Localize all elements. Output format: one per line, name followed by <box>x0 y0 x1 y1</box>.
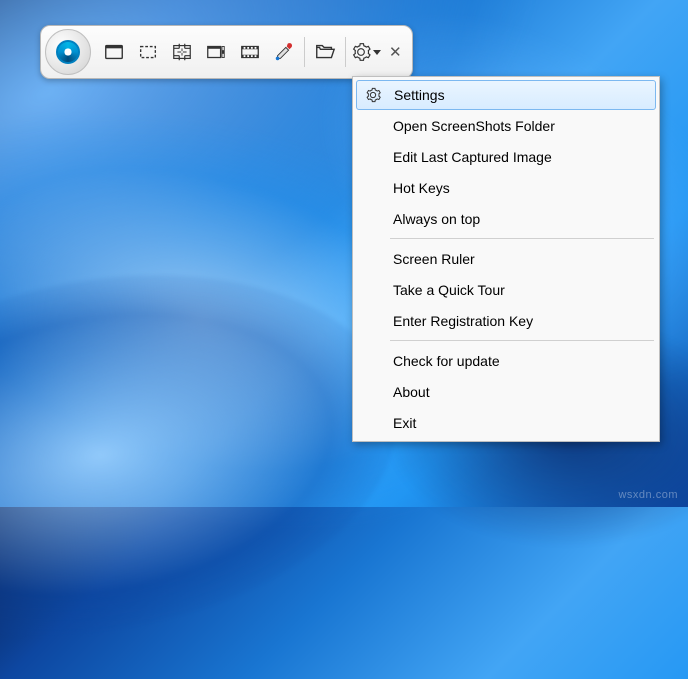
open-folder-button[interactable] <box>310 37 340 67</box>
menu-item-settings[interactable]: Settings <box>356 80 656 110</box>
menu-item-exit[interactable]: Exit <box>356 407 656 438</box>
active-window-capture-button[interactable] <box>167 37 197 67</box>
menu-separator <box>390 340 654 341</box>
video-capture-button[interactable] <box>235 37 265 67</box>
color-picker-button[interactable] <box>269 37 299 67</box>
menu-item-registration[interactable]: Enter Registration Key <box>356 305 656 336</box>
menu-item-label: About <box>388 384 430 400</box>
color-picker-icon <box>273 41 295 63</box>
menu-item-label: Screen Ruler <box>388 251 475 267</box>
scrolling-capture-icon <box>205 41 227 63</box>
menu-item-edit-last[interactable]: Edit Last Captured Image <box>356 141 656 172</box>
menu-item-label: Enter Registration Key <box>388 313 533 329</box>
menu-separator <box>390 238 654 239</box>
scrolling-capture-button[interactable] <box>201 37 231 67</box>
menu-item-label: Hot Keys <box>388 180 450 196</box>
video-capture-icon <box>239 41 261 63</box>
gear-icon <box>365 87 381 103</box>
menu-item-about[interactable]: About <box>356 376 656 407</box>
menu-item-ruler[interactable]: Screen Ruler <box>356 243 656 274</box>
menu-item-label: Take a Quick Tour <box>388 282 505 298</box>
close-button[interactable]: ✕ <box>385 43 406 61</box>
open-folder-icon <box>314 41 336 63</box>
menu-item-tour[interactable]: Take a Quick Tour <box>356 274 656 305</box>
settings-dropdown-button[interactable] <box>351 37 381 67</box>
menu-item-label: Check for update <box>388 353 500 369</box>
active-window-capture-icon <box>171 41 193 63</box>
gear-icon <box>351 41 371 63</box>
toolbar-separator <box>345 37 346 67</box>
watermark: wsxdn.com <box>618 489 678 501</box>
menu-item-update[interactable]: Check for update <box>356 345 656 376</box>
settings-context-menu: Settings Open ScreenShots Folder Edit La… <box>352 76 660 442</box>
fullscreen-capture-button[interactable] <box>99 37 129 67</box>
screenshot-toolbar: ✕ <box>40 25 413 79</box>
menu-item-hotkeys[interactable]: Hot Keys <box>356 172 656 203</box>
menu-item-label: Edit Last Captured Image <box>388 149 552 165</box>
app-logo[interactable] <box>45 29 91 75</box>
chevron-down-icon <box>373 50 381 55</box>
menu-item-open-folder[interactable]: Open ScreenShots Folder <box>356 110 656 141</box>
menu-item-always-on-top[interactable]: Always on top <box>356 203 656 234</box>
toolbar-separator <box>304 37 305 67</box>
menu-item-label: Settings <box>389 87 445 103</box>
menu-item-label: Always on top <box>388 211 480 227</box>
region-capture-icon <box>137 41 159 63</box>
menu-item-label: Exit <box>388 415 416 431</box>
region-capture-button[interactable] <box>133 37 163 67</box>
menu-item-label: Open ScreenShots Folder <box>388 118 555 134</box>
fullscreen-capture-icon <box>103 41 125 63</box>
